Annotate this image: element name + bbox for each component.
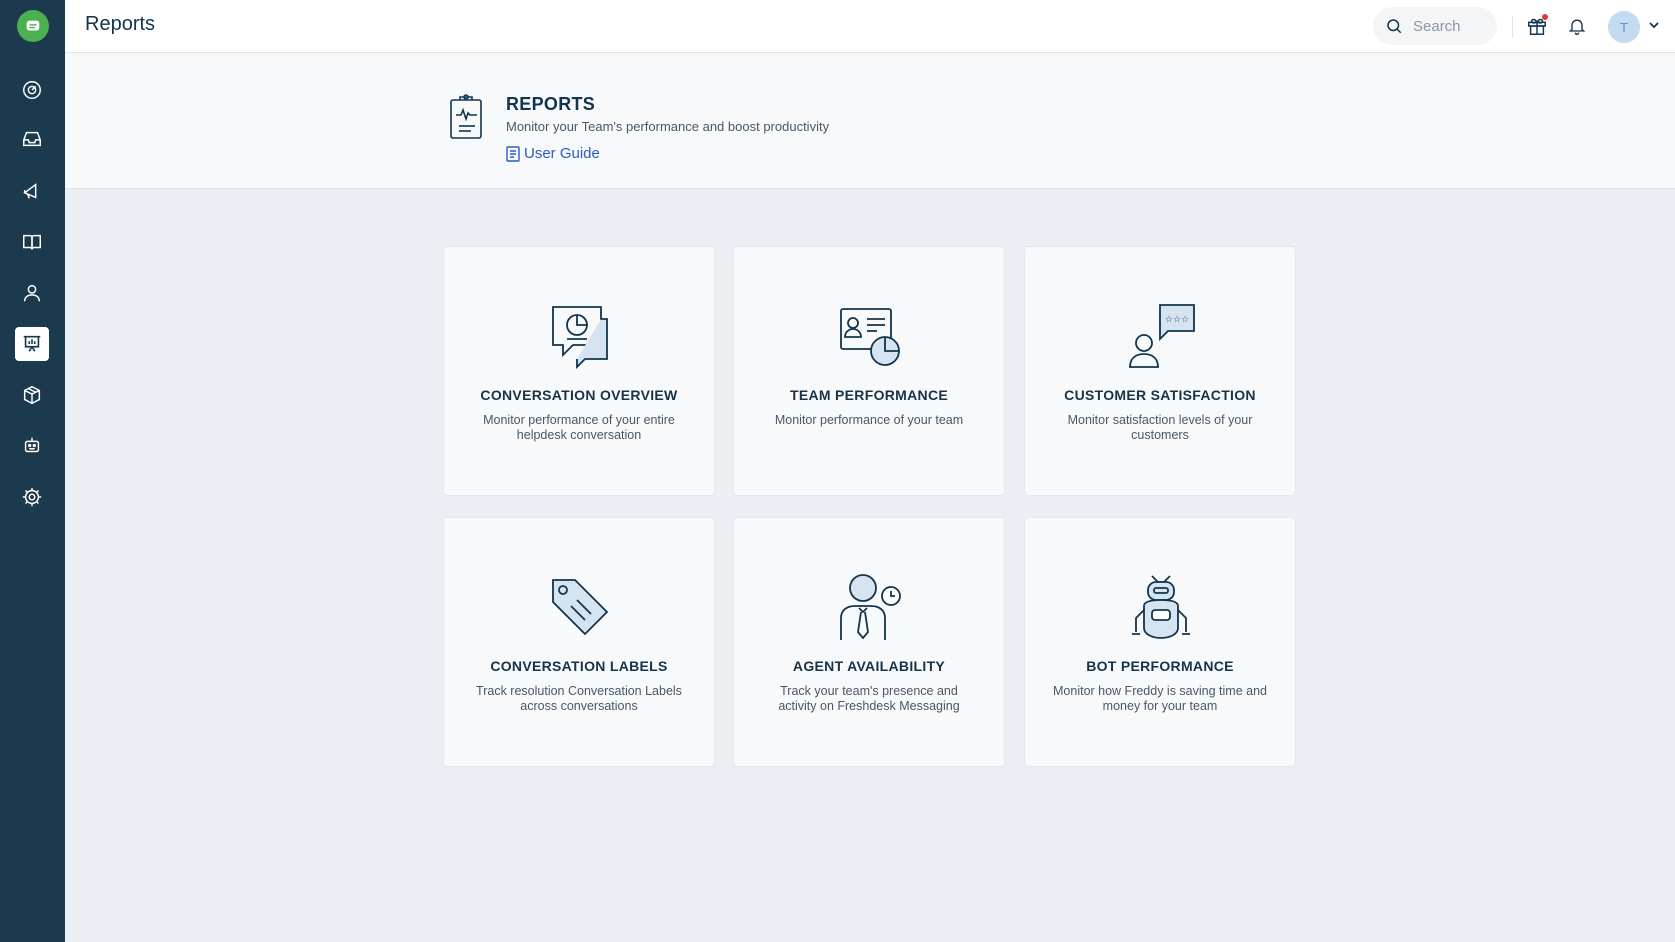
customer-rating-icon: ☆☆☆ xyxy=(1129,304,1195,368)
tag-icon xyxy=(552,579,609,636)
card-description: Monitor performance of your entire helpd… xyxy=(483,413,675,442)
topbar-divider xyxy=(1512,16,1513,38)
card-description: Monitor performance of your team xyxy=(774,413,964,427)
gear-icon xyxy=(22,487,42,507)
search-placeholder: Search xyxy=(1413,17,1461,35)
sidebar xyxy=(0,0,65,942)
chat-logo-icon xyxy=(26,20,40,31)
agent-clock-icon xyxy=(840,574,901,640)
card-title: AGENT AVAILABILITY xyxy=(792,658,946,674)
user-guide-link[interactable]: User Guide xyxy=(506,145,600,162)
card-agent-availability[interactable]: AGENT AVAILABILITY Track your team's pre… xyxy=(733,517,1005,767)
card-title: CUSTOMER SATISFACTION xyxy=(1064,387,1256,403)
topbar: Reports Search T xyxy=(65,0,1675,53)
card-title: CONVERSATION LABELS xyxy=(490,658,668,674)
search-icon xyxy=(1387,19,1402,34)
sidebar-item-inbox[interactable] xyxy=(15,122,49,156)
sidebar-item-reports[interactable] xyxy=(15,327,49,361)
contact-icon xyxy=(23,284,41,302)
card-description: Track resolution Conversation Labels acr… xyxy=(476,684,682,713)
bell-icon xyxy=(1568,19,1586,35)
card-title: BOT PERFORMANCE xyxy=(1086,658,1234,674)
reports-icon xyxy=(23,335,41,352)
card-team-performance[interactable]: TEAM PERFORMANCE Monitor performance of … xyxy=(733,246,1005,496)
page-title: Reports xyxy=(85,13,156,35)
clipboard-icon xyxy=(450,94,482,139)
card-description: Monitor satisfaction levels of your cust… xyxy=(1067,413,1253,442)
reports-subtitle: Monitor your Team's performance and boos… xyxy=(506,119,830,134)
book-icon xyxy=(23,234,41,250)
dashboard-icon xyxy=(23,81,41,99)
inbox-icon xyxy=(23,131,41,147)
card-conversation-labels[interactable]: CONVERSATION LABELS Track resolution Con… xyxy=(443,517,715,767)
user-guide-label: User Guide xyxy=(524,145,600,162)
notification-dot xyxy=(1542,14,1548,20)
megaphone-icon xyxy=(23,183,37,199)
sidebar-item-contacts[interactable] xyxy=(15,276,49,310)
reports-header: REPORTS Monitor your Team's performance … xyxy=(65,53,1675,189)
sidebar-item-dashboard[interactable] xyxy=(15,73,49,107)
search-input[interactable]: Search xyxy=(1373,7,1497,45)
document-icon xyxy=(506,145,520,162)
bot-icon xyxy=(24,437,40,453)
reports-heading: REPORTS xyxy=(506,94,596,114)
card-title: CONVERSATION OVERVIEW xyxy=(480,387,678,403)
card-bot-performance[interactable]: BOT PERFORMANCE Monitor how Freddy is sa… xyxy=(1024,517,1296,767)
chat-pie-chart-icon xyxy=(552,306,608,370)
whats-new-button[interactable] xyxy=(1525,14,1549,38)
freshchat-logo[interactable] xyxy=(17,10,49,42)
card-customer-satisfaction[interactable]: ☆☆☆ CUSTOMER SATISFACTION Monitor satisf… xyxy=(1024,246,1296,496)
card-description: Track your team's presence and activity … xyxy=(778,684,960,713)
box-icon xyxy=(23,385,41,405)
notifications-button[interactable] xyxy=(1565,14,1589,38)
card-conversation-overview[interactable]: CONVERSATION OVERVIEW Monitor performanc… xyxy=(443,246,715,496)
team-report-icon xyxy=(840,308,900,366)
sidebar-item-knowledge-base[interactable] xyxy=(15,225,49,259)
chevron-down-icon[interactable] xyxy=(1647,18,1661,32)
sidebar-item-settings[interactable] xyxy=(15,480,49,514)
card-description: Monitor how Freddy is saving time and mo… xyxy=(1053,684,1267,713)
svg-text:☆☆☆: ☆☆☆ xyxy=(1165,315,1189,325)
robot-icon xyxy=(1132,575,1190,639)
sidebar-item-bots[interactable] xyxy=(15,429,49,463)
card-title: TEAM PERFORMANCE xyxy=(789,387,949,403)
sidebar-item-integrations[interactable] xyxy=(15,378,49,412)
avatar[interactable]: T xyxy=(1608,11,1640,43)
sidebar-item-campaigns[interactable] xyxy=(15,174,49,208)
